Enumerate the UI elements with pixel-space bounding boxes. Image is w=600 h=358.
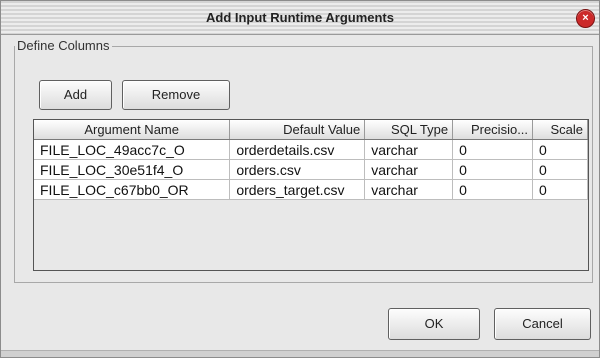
cell-precision[interactable]: 0	[452, 159, 534, 180]
cell-scale[interactable]: 0	[532, 159, 588, 180]
remove-button[interactable]: Remove	[122, 80, 230, 110]
cell-sql-type[interactable]: varchar	[364, 179, 454, 200]
cell-precision[interactable]: 0	[452, 139, 534, 160]
cell-scale[interactable]: 0	[532, 139, 588, 160]
bottom-edge	[1, 350, 599, 357]
column-header-default-value[interactable]: Default Value	[229, 120, 366, 140]
column-header-precision[interactable]: Precisio...	[452, 120, 534, 140]
cell-scale[interactable]: 0	[532, 179, 588, 200]
cell-default-value[interactable]: orderdetails.csv	[229, 139, 366, 160]
cell-argument-name[interactable]: FILE_LOC_30e51f4_O	[34, 159, 231, 180]
table-row[interactable]: FILE_LOC_c67bb0_OR orders_target.csv var…	[34, 179, 588, 200]
column-header-sql-type[interactable]: SQL Type	[364, 120, 454, 140]
add-button[interactable]: Add	[39, 80, 112, 110]
title-bar[interactable]: Add Input Runtime Arguments ×	[1, 1, 599, 35]
dialog-window: Add Input Runtime Arguments × Define Col…	[0, 0, 600, 358]
group-legend: Define Columns	[15, 38, 112, 53]
cell-default-value[interactable]: orders.csv	[229, 159, 366, 180]
table-header-row: Argument Name Default Value SQL Type Pre…	[34, 120, 588, 140]
arguments-table[interactable]: Argument Name Default Value SQL Type Pre…	[33, 119, 589, 271]
cell-sql-type[interactable]: varchar	[364, 159, 454, 180]
cancel-button[interactable]: Cancel	[494, 308, 591, 340]
table-row[interactable]: FILE_LOC_49acc7c_O orderdetails.csv varc…	[34, 139, 588, 160]
close-button[interactable]: ×	[576, 9, 595, 28]
cell-sql-type[interactable]: varchar	[364, 139, 454, 160]
dialog-title: Add Input Runtime Arguments	[205, 10, 394, 25]
cell-argument-name[interactable]: FILE_LOC_c67bb0_OR	[34, 179, 231, 200]
column-header-argument-name[interactable]: Argument Name	[34, 120, 231, 140]
cell-default-value[interactable]: orders_target.csv	[229, 179, 366, 200]
column-header-scale[interactable]: Scale	[532, 120, 588, 140]
cell-argument-name[interactable]: FILE_LOC_49acc7c_O	[34, 139, 231, 160]
close-icon: ×	[582, 12, 589, 24]
table-row[interactable]: FILE_LOC_30e51f4_O orders.csv varchar 0 …	[34, 159, 588, 180]
cell-precision[interactable]: 0	[452, 179, 534, 200]
ok-button[interactable]: OK	[388, 308, 480, 340]
